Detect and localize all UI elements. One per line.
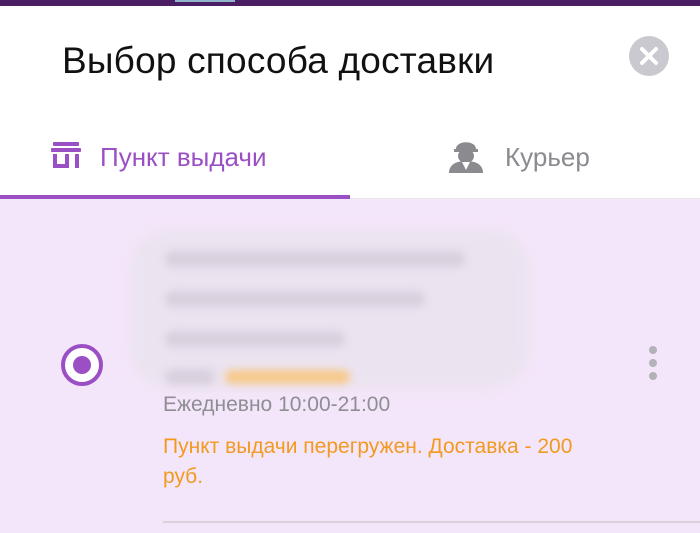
pickup-point-hours: Ежедневно 10:00-21:00 [163, 393, 391, 416]
blur-highlight [225, 370, 350, 384]
top-status-bar-accent [175, 0, 235, 2]
modal-title: Выбор способа доставки [62, 40, 495, 81]
close-icon [640, 47, 658, 65]
delivery-method-tabs: Пункт выдачи Курьер [0, 116, 700, 199]
pickup-point-warning: Пункт выдачи перегружен. Доставка - 200 … [163, 435, 573, 488]
blur-line [165, 331, 345, 347]
radio-selected-dot [73, 356, 91, 374]
blur-line [165, 369, 215, 385]
more-options-button[interactable] [640, 344, 666, 384]
tab-courier-label: Курьер [505, 141, 590, 172]
tab-pickup-point-label: Пункт выдачи [100, 141, 267, 172]
courier-icon [445, 137, 487, 178]
pickup-point-radio[interactable] [61, 344, 103, 386]
close-button[interactable] [629, 36, 669, 76]
pickup-point-list: Ежедневно 10:00-21:00 Пункт выдачи перег… [0, 199, 700, 533]
modal-header: Выбор способа доставки [0, 6, 700, 116]
blurred-address [130, 219, 530, 394]
blur-line [165, 291, 425, 307]
tab-pickup-point[interactable]: Пункт выдачи [50, 116, 266, 198]
list-divider [163, 521, 700, 523]
store-icon [50, 140, 82, 175]
blur-line [165, 251, 465, 267]
tab-courier[interactable]: Курьер [445, 116, 590, 198]
